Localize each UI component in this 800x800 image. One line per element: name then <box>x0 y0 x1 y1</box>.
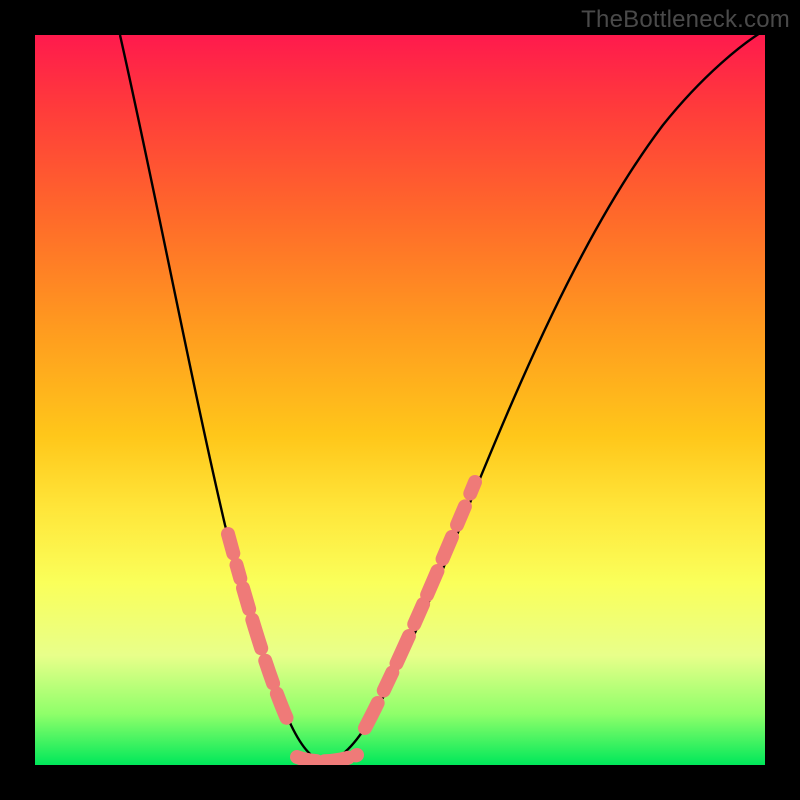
chart-svg <box>35 35 765 765</box>
chart-frame: TheBottleneck.com <box>0 0 800 800</box>
series-bottleneck-curve <box>120 35 765 761</box>
series-dot-band-right <box>365 482 475 728</box>
series-dot-band-bottom <box>297 755 357 761</box>
series-dot-band-left <box>228 534 291 728</box>
watermark-text: TheBottleneck.com <box>581 6 790 34</box>
series-group <box>120 35 765 761</box>
plot-area <box>35 35 765 765</box>
